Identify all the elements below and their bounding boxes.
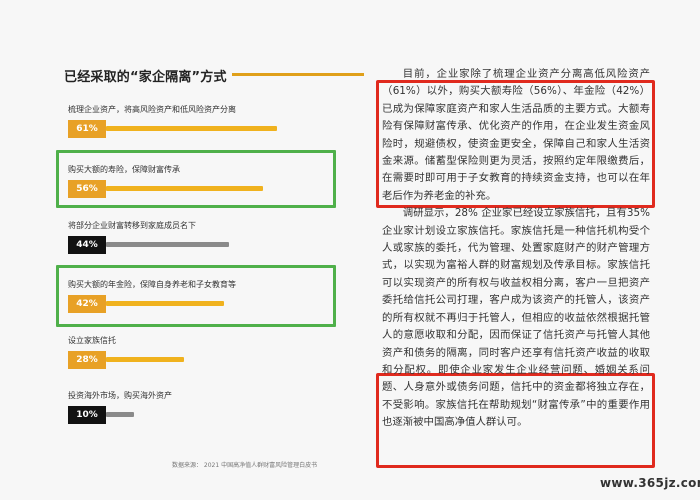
item-label: 购买大额的年金险，保障自身养老和子女教育等	[68, 280, 236, 289]
item-label: 购买大额的寿险，保障财富传承	[68, 165, 180, 174]
article-text: 目前，企业家除了梳理企业资产分离高低风险资产（61%）以外，购买大额寿险（56%…	[382, 66, 650, 486]
bar: 61%	[68, 120, 328, 138]
paragraph: 目前，企业家除了梳理企业资产分离高低风险资产（61%）以外，购买大额寿险（56%…	[382, 68, 650, 202]
bar: 56%	[68, 180, 328, 198]
paragraph: 调研显示，28% 企业家已经设立家族信托，且有35% 企业家计划设立家族信托。家…	[382, 207, 650, 429]
percent-box: 42%	[68, 295, 106, 313]
title-rule	[232, 73, 364, 76]
bar: 44%	[68, 236, 328, 254]
item-label: 投资海外市场，购买海外资产	[68, 391, 172, 400]
item-label: 梳理企业资产，将高风险资产和低风险资产分离	[68, 105, 236, 114]
item-label: 将部分企业财富转移到家庭成员名下	[68, 221, 196, 230]
survey-panel: 已经采取的“家企隔离”方式 梳理企业资产，将高风险资产和低风险资产分离 61% …	[56, 60, 367, 480]
section-title: 已经采取的“家企隔离”方式	[64, 70, 227, 85]
percent-box: 61%	[68, 120, 106, 138]
bar-fill	[106, 301, 224, 306]
watermark: www.365jz.com	[600, 476, 700, 490]
bar: 42%	[68, 295, 328, 313]
percent-box: 28%	[68, 351, 106, 369]
bar-fill	[106, 242, 229, 247]
item-label: 设立家族信托	[68, 336, 116, 345]
source-note: 数据来源： 2021 中国高净值人群财富风险管理白皮书	[172, 462, 318, 469]
bar-fill	[106, 357, 184, 362]
percent-box: 44%	[68, 236, 106, 254]
highlight-green-box-1	[56, 150, 336, 208]
document-page: 已经采取的“家企隔离”方式 梳理企业资产，将高风险资产和低风险资产分离 61% …	[0, 0, 700, 500]
bar-fill	[106, 412, 134, 417]
percent-box: 56%	[68, 180, 106, 198]
bar: 10%	[68, 406, 328, 424]
bar: 28%	[68, 351, 328, 369]
percent-box: 10%	[68, 406, 106, 424]
bar-fill	[106, 186, 263, 191]
bar-fill	[106, 126, 277, 131]
